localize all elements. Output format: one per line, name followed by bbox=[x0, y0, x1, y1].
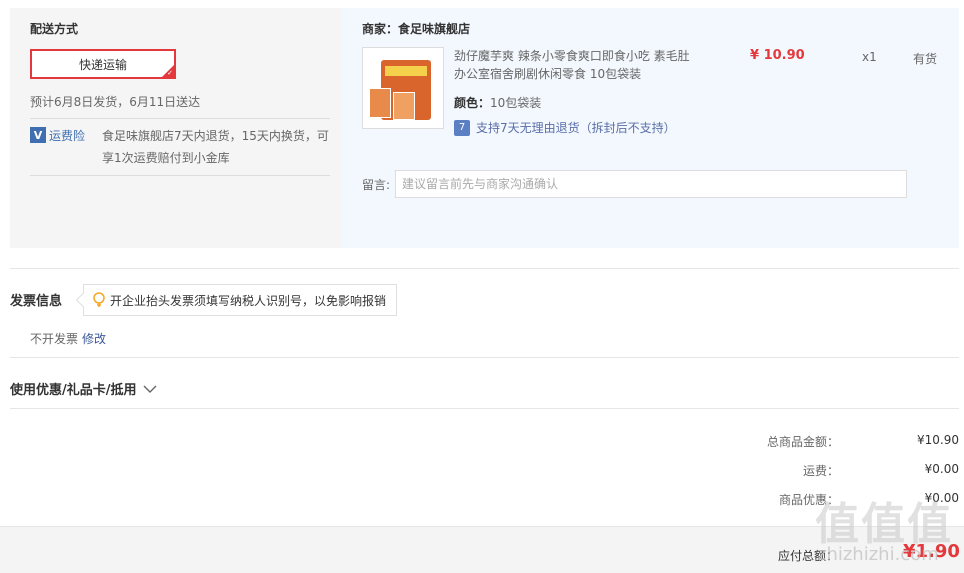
check-icon: ✓ bbox=[167, 69, 173, 77]
shipping-title: 配送方式 bbox=[30, 22, 79, 36]
shipping-insurance: V 运费险 食足味旗舰店7天内退货，15天内换货，可享1次运费赔付到小金库 bbox=[30, 125, 330, 176]
merchant-section: 商家：食足味旗舰店 劲仔魔芋爽 辣条小零食爽口即食小吃 素毛肚 办公室宿舍刷剧休… bbox=[342, 8, 959, 248]
summary-total-value: ¥10.90 bbox=[917, 433, 959, 447]
divider bbox=[10, 268, 959, 269]
divider bbox=[10, 408, 959, 409]
invoice-status-text: 不开发票 bbox=[30, 332, 79, 346]
summary-shipping-value: ¥0.00 bbox=[924, 462, 959, 476]
shield-icon: V bbox=[30, 127, 46, 143]
watermark-site: zhizhizhi.com bbox=[817, 544, 939, 565]
invoice-tip-text: 开企业抬头发票须填写纳税人识别号，以免影响报销 bbox=[110, 293, 387, 308]
watermark-logo: 值值值 bbox=[815, 499, 953, 550]
invoice-edit-link[interactable]: 修改 bbox=[82, 332, 106, 346]
remark-row: 留言: bbox=[362, 170, 907, 198]
summary-discount-label: 商品优惠： bbox=[778, 493, 839, 507]
invoice-title: 发票信息 bbox=[10, 294, 63, 309]
package-small-shape bbox=[393, 92, 415, 120]
coupon-toggle[interactable]: 使用优惠/礼品卡/抵用 bbox=[10, 379, 157, 398]
shipping-estimate: 预计6月8日发货，6月11日送达 bbox=[30, 93, 330, 119]
remark-label: 留言: bbox=[362, 177, 391, 192]
summary-shipping-label: 运费： bbox=[802, 464, 839, 478]
product-name[interactable]: 劲仔魔芋爽 辣条小零食爽口即食小吃 素毛肚 办公室宿舍刷剧休闲零食 10包袋装 bbox=[454, 47, 699, 83]
summary-shipping-row: 运费： ¥0.00 bbox=[659, 462, 959, 479]
delivery-block: 配送方式 快递运输 ✓ 预计6月8日发货，6月11日送达 V 运费险 食足味旗舰… bbox=[10, 8, 959, 248]
product-price: ¥ 10.90 bbox=[750, 48, 805, 63]
shipping-option-label: 快递运输 bbox=[78, 57, 127, 72]
product-stock: 有货 bbox=[913, 52, 938, 66]
product-row: 劲仔魔芋爽 辣条小零食爽口即食小吃 素毛肚 办公室宿舍刷剧休闲零食 10包袋装 … bbox=[362, 47, 939, 157]
package-small-shape bbox=[369, 88, 391, 118]
package-band bbox=[385, 66, 427, 76]
merchant-title: 商家：食足味旗舰店 bbox=[362, 22, 471, 36]
lightbulb-icon bbox=[92, 292, 106, 308]
summary-total-label: 总商品金额： bbox=[766, 435, 839, 449]
insurance-text: 食足味旗舰店7天内退货，15天内换货，可享1次运费赔付到小金库 bbox=[102, 129, 329, 165]
invoice-tip: 开企业抬头发票须填写纳税人识别号，以免影响报销 bbox=[75, 284, 398, 316]
shipping-option-express[interactable]: 快递运输 ✓ bbox=[30, 49, 176, 79]
tip-arrow bbox=[75, 292, 91, 308]
invoice-status: 不开发票 修改 bbox=[30, 330, 106, 347]
insurance-label: 运费险 bbox=[49, 129, 86, 143]
product-image[interactable] bbox=[362, 47, 444, 129]
summary-total-row: 总商品金额： ¥10.90 bbox=[659, 433, 959, 450]
insurance-tag[interactable]: V 运费险 bbox=[30, 125, 102, 169]
product-color-key: 颜色： bbox=[454, 96, 491, 110]
product-color: 颜色：10包袋装 bbox=[454, 94, 541, 111]
chevron-down-icon bbox=[143, 385, 156, 393]
divider bbox=[10, 357, 959, 358]
coupon-title: 使用优惠/礼品卡/抵用 bbox=[10, 383, 137, 398]
remark-input[interactable] bbox=[395, 170, 907, 198]
return-policy: 7 支持7天无理由退货（拆封后不支持） bbox=[454, 119, 676, 136]
shipping-section: 配送方式 快递运输 ✓ 预计6月8日发货，6月11日送达 V 运费险 食足味旗舰… bbox=[10, 8, 342, 248]
return-policy-text: 支持7天无理由退货（拆封后不支持） bbox=[476, 121, 676, 135]
product-color-value: 10包袋装 bbox=[490, 96, 542, 110]
product-quantity: x1 bbox=[862, 50, 877, 64]
return-7day-icon: 7 bbox=[454, 119, 470, 136]
